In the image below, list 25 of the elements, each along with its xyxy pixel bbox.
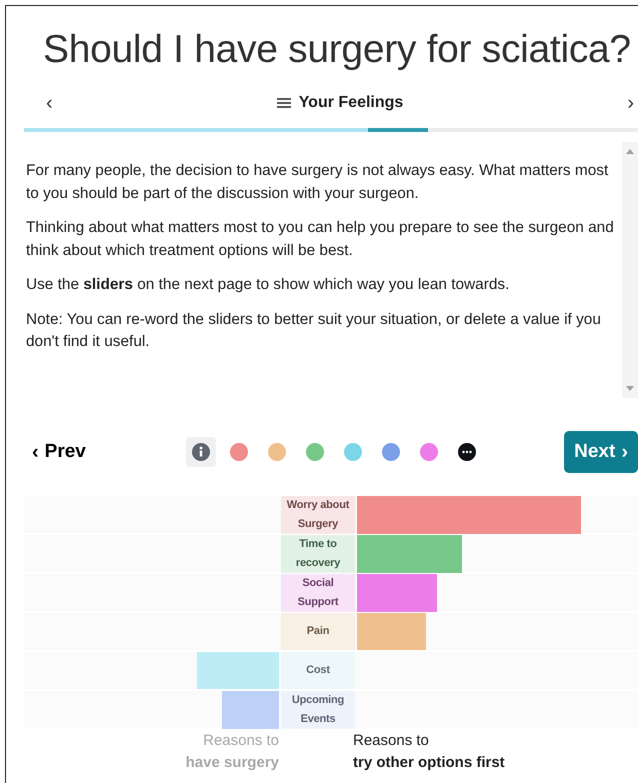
next-section-button[interactable]: ›: [623, 92, 638, 114]
prev-button[interactable]: ‹ Prev: [26, 440, 186, 464]
paragraph: Use the sliders on the next page to show which way you lean towards.: [26, 275, 510, 295]
factor-label: Upcoming Events: [281, 691, 355, 729]
caption-text: have surgery: [186, 753, 279, 773]
scroll-down-icon[interactable]: [626, 386, 634, 392]
scroll-up-icon[interactable]: [626, 148, 634, 154]
caption-text: try other options first: [353, 753, 506, 773]
previous-section-button[interactable]: ‹: [42, 92, 57, 114]
info-icon[interactable]: [186, 437, 216, 467]
factor-label: Pain: [281, 613, 355, 650]
factor-label: Worry about Surgery: [281, 496, 355, 534]
paragraph: Thinking about what matters most to you can help you prepare to see the surgeon and think about which treatment options will be best.: [26, 218, 614, 260]
menu-icon[interactable]: [276, 97, 291, 109]
factor-label: Cost: [281, 652, 355, 689]
paragraph: Note: You can re-word the sliders to better suit your situation, or delete a value if you don't find it useful.: [26, 310, 602, 352]
factor-label: Time to recovery: [281, 535, 355, 573]
paragraph: For many people, the decision to have surgery is not always easy. What matters most to you should be part of the discussion with your surgeon.: [26, 161, 610, 204]
caption-text: Reasons to: [353, 731, 430, 751]
scrollbar[interactable]: [622, 142, 638, 398]
next-button[interactable]: Next ›: [564, 431, 638, 473]
factor-label: Social Support: [281, 574, 355, 612]
section-title: Your Feelings: [298, 94, 404, 112]
page-title: Should I have surgery for sciatica?: [43, 28, 632, 72]
caption-text: Reasons to: [203, 731, 279, 751]
